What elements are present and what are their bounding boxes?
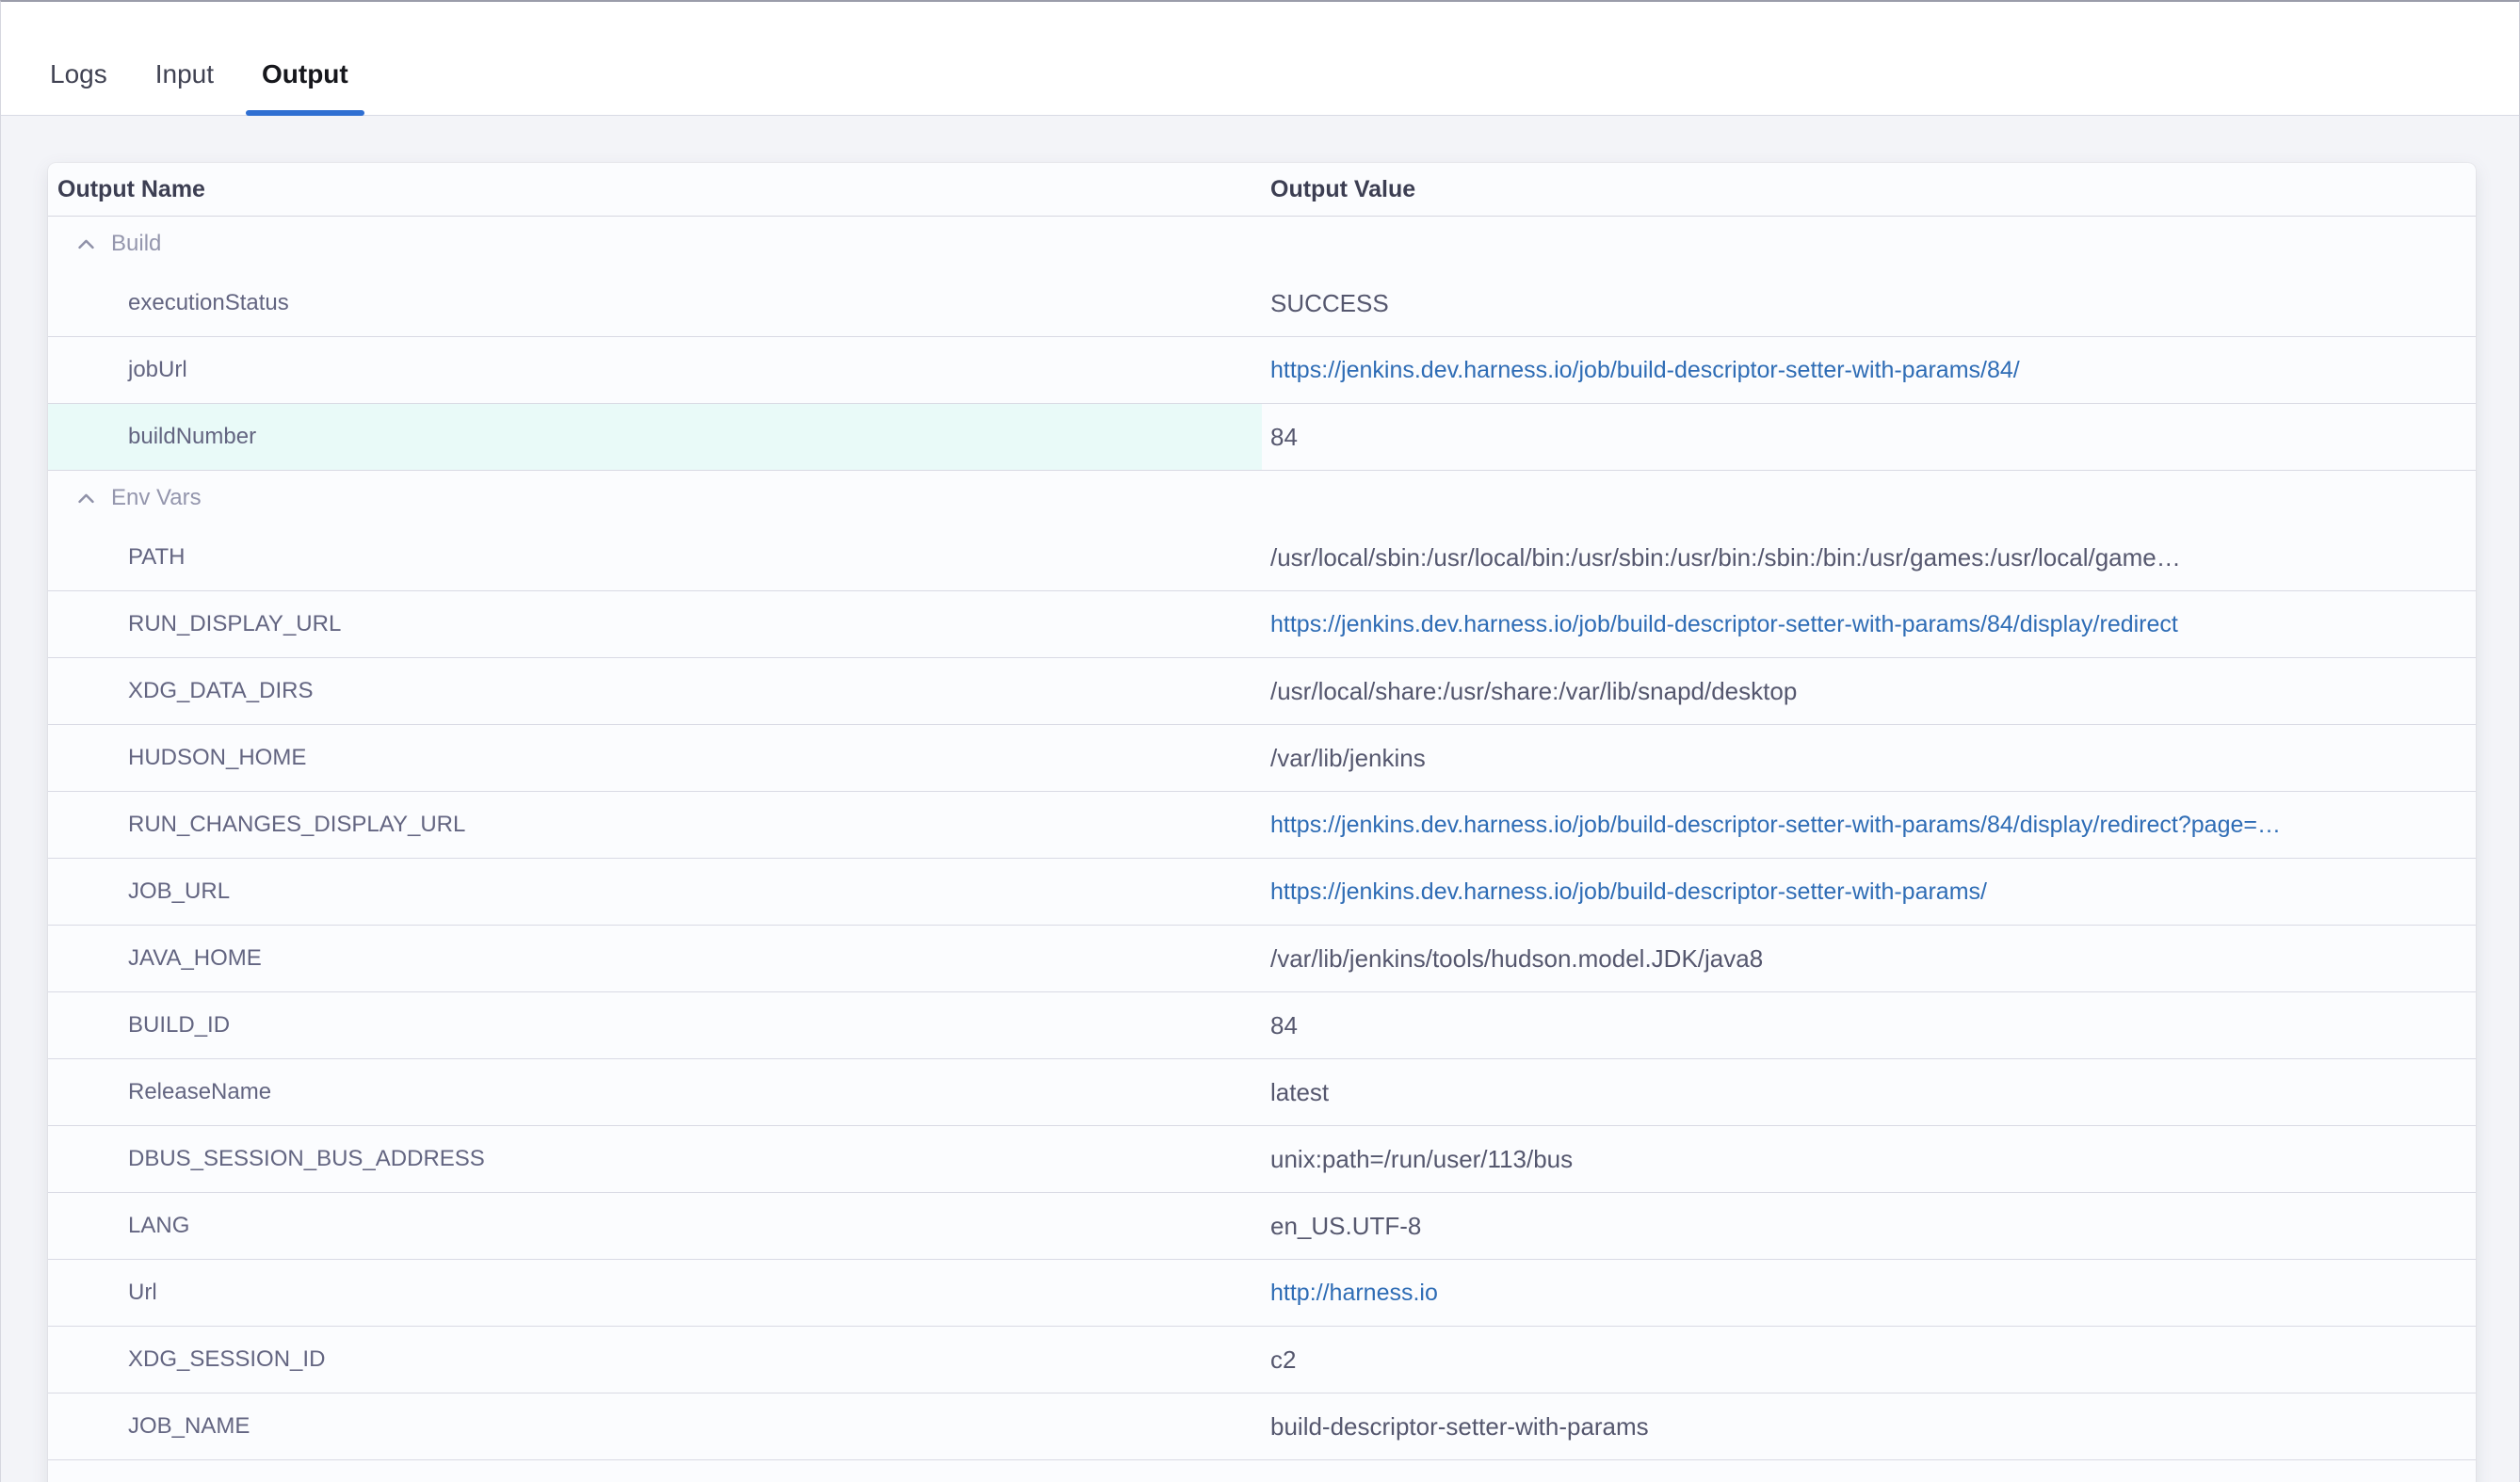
output-value-cell: https://jenkins.dev.harness.io/job/build… [1262, 792, 2476, 858]
output-value-link[interactable]: https://jenkins.dev.harness.io/job/build… [1270, 812, 2281, 839]
tab-input[interactable]: Input [139, 34, 230, 116]
group-row-env-vars[interactable]: Env Vars [48, 471, 2476, 524]
tab-bar: Logs Input Output [1, 2, 2519, 116]
table-row: JOB_NAMEbuild-descriptor-setter-with-par… [48, 1393, 2476, 1460]
output-value-cell: 84 [1262, 992, 2476, 1058]
output-name-cell: buildNumber [48, 404, 1262, 470]
output-value-cell: https://jenkins.dev.harness.io/job/build… [1262, 337, 2476, 403]
group-label: Build [111, 231, 161, 257]
output-value-cell: http://harness.io [1262, 1260, 2476, 1326]
output-name-cell: Url [48, 1260, 1262, 1326]
output-name-cell: JOB_URL [48, 859, 1262, 925]
output-value-cell: c2 [1262, 1327, 2476, 1393]
output-table-body: Build executionStatusSUCCESSjobUrl https:/… [48, 217, 2476, 1460]
output-value-cell: /var/lib/jenkins/tools/hudson.model.JDK/… [1262, 926, 2476, 991]
table-row: buildNumber84 [48, 404, 2476, 471]
column-header-output-value: Output Value [1262, 176, 2476, 203]
output-name-cell: BUILD_ID [48, 992, 1262, 1058]
table-row: Url http://harness.io [48, 1260, 2476, 1327]
output-name-cell: jobUrl [48, 337, 1262, 403]
output-value-cell: 84 [1262, 404, 2476, 470]
output-name-cell: JOB_NAME [48, 1393, 1262, 1459]
table-row: XDG_DATA_DIRS/usr/local/share:/usr/share… [48, 658, 2476, 725]
table-row: RUN_DISPLAY_URL https://jenkins.dev.harne… [48, 591, 2476, 658]
chevron-up-icon [78, 492, 94, 504]
output-value-link[interactable]: https://jenkins.dev.harness.io/job/build… [1270, 357, 2020, 384]
output-value-cell: /usr/local/share:/usr/share:/var/lib/sna… [1262, 658, 2476, 724]
table-row: PATH/usr/local/sbin:/usr/local/bin:/usr/… [48, 524, 2476, 591]
output-name-cell: HUDSON_HOME [48, 725, 1262, 791]
output-name-cell: ReleaseName [48, 1059, 1262, 1125]
output-name-cell: LANG [48, 1193, 1262, 1259]
tab-logs[interactable]: Logs [34, 34, 123, 116]
table-row: executionStatusSUCCESS [48, 270, 2476, 337]
output-value-cell: latest [1262, 1059, 2476, 1125]
table-row: BUILD_ID84 [48, 992, 2476, 1059]
output-value-cell: /var/lib/jenkins [1262, 725, 2476, 791]
group-label: Env Vars [111, 485, 202, 511]
output-value-cell: SUCCESS [1262, 270, 2476, 336]
output-name-cell: XDG_DATA_DIRS [48, 658, 1262, 724]
output-name-cell: RUN_CHANGES_DISPLAY_URL [48, 792, 1262, 858]
output-value-link[interactable]: http://harness.io [1270, 1280, 1438, 1307]
output-value-cell: https://jenkins.dev.harness.io/job/build… [1262, 591, 2476, 657]
output-name-cell: JAVA_HOME [48, 926, 1262, 991]
output-value-link[interactable]: https://jenkins.dev.harness.io/job/build… [1270, 611, 2178, 638]
output-name-cell: RUN_DISPLAY_URL [48, 591, 1262, 657]
table-header-row: Output Name Output Value [48, 163, 2476, 217]
output-name-cell: DBUS_SESSION_BUS_ADDRESS [48, 1126, 1262, 1192]
output-value-cell: unix:path=/run/user/113/bus [1262, 1126, 2476, 1192]
table-row: RUN_CHANGES_DISPLAY_URL https://jenkins.d… [48, 792, 2476, 859]
output-value-link[interactable]: https://jenkins.dev.harness.io/job/build… [1270, 878, 1987, 906]
table-row: HUDSON_HOME/var/lib/jenkins [48, 725, 2476, 792]
output-value-cell: build-descriptor-setter-with-params [1262, 1393, 2476, 1459]
output-card: Output Name Output Value Build executionS… [48, 163, 2476, 1482]
chevron-up-icon [78, 238, 94, 250]
table-row: LANGen_US.UTF-8 [48, 1193, 2476, 1260]
group-row-build[interactable]: Build [48, 217, 2476, 270]
table-row: JOB_URL https://jenkins.dev.harness.io/jo… [48, 859, 2476, 926]
table-row: jobUrl https://jenkins.dev.harness.io/job… [48, 337, 2476, 404]
output-name-cell: XDG_SESSION_ID [48, 1327, 1262, 1393]
output-value-cell: en_US.UTF-8 [1262, 1193, 2476, 1259]
table-row: XDG_SESSION_IDc2 [48, 1327, 2476, 1393]
table-row: ReleaseNamelatest [48, 1059, 2476, 1126]
main-area: Output Name Output Value Build executionS… [1, 118, 2519, 1482]
tab-output[interactable]: Output [246, 34, 364, 116]
output-value-cell: /usr/local/sbin:/usr/local/bin:/usr/sbin… [1262, 524, 2476, 590]
output-name-cell: executionStatus [48, 270, 1262, 336]
table-row: JAVA_HOME/var/lib/jenkins/tools/hudson.m… [48, 926, 2476, 992]
output-value-cell: https://jenkins.dev.harness.io/job/build… [1262, 859, 2476, 925]
column-header-output-name: Output Name [48, 176, 1262, 203]
table-row: DBUS_SESSION_BUS_ADDRESSunix:path=/run/u… [48, 1126, 2476, 1193]
output-name-cell: PATH [48, 524, 1262, 590]
